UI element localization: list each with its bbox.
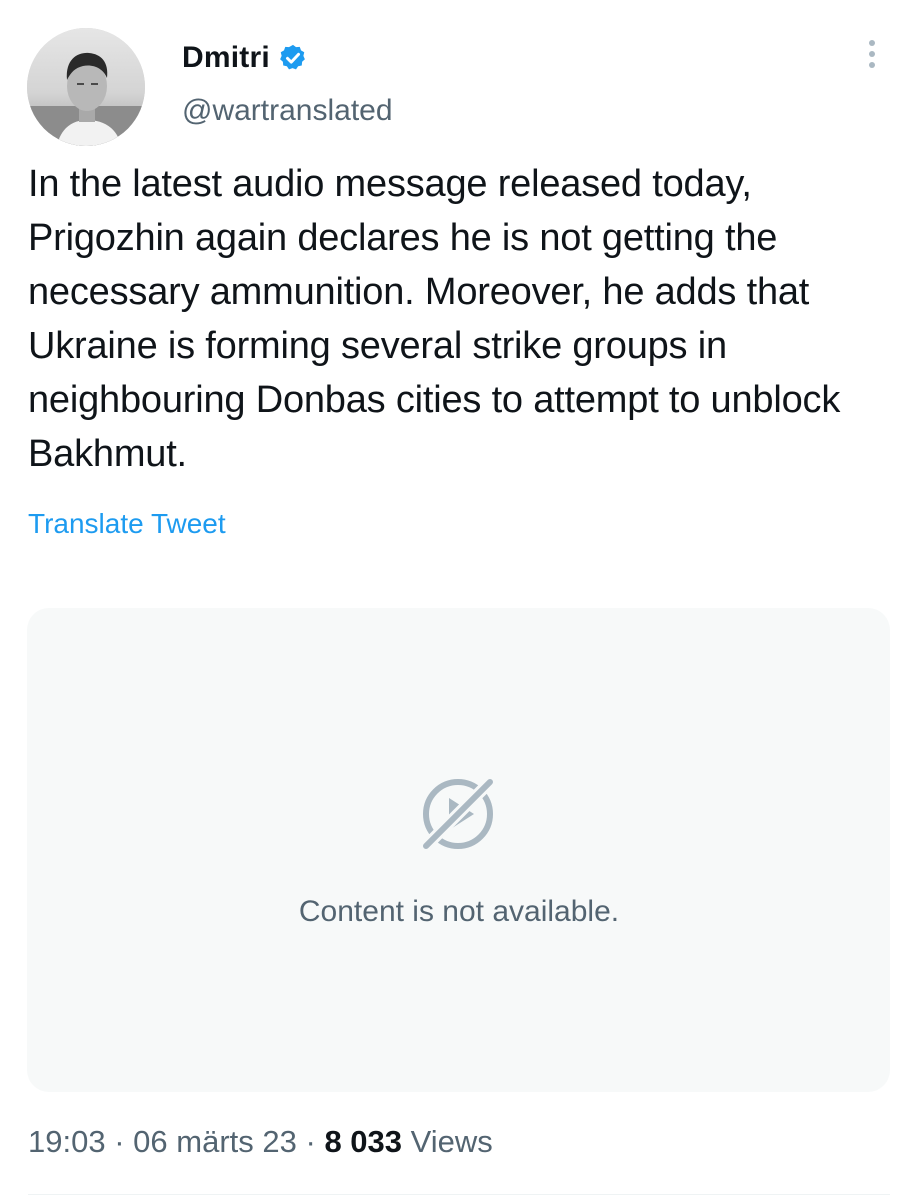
views-count: 8 033 <box>324 1124 403 1159</box>
tweet-text: In the latest audio message released tod… <box>28 163 841 475</box>
avatar-photo <box>27 28 145 146</box>
author-handle[interactable]: @wartranslated <box>182 94 393 128</box>
verified-badge-icon <box>278 43 308 73</box>
avatar[interactable] <box>27 28 145 146</box>
author-name-row[interactable]: Dmitri <box>182 36 308 80</box>
meta-separator: · <box>114 1124 125 1159</box>
video-unavailable-icon <box>412 768 504 860</box>
divider <box>28 1194 890 1195</box>
tweet-time[interactable]: 19:03 <box>28 1124 106 1159</box>
tweet-meta: 19:03 · 06 märts 23 · 8 033 Views <box>28 1124 493 1160</box>
views-label: Views <box>410 1124 493 1159</box>
more-options-icon[interactable] <box>862 40 882 74</box>
tweet-date[interactable]: 06 märts 23 <box>133 1124 297 1159</box>
meta-separator: · <box>305 1124 316 1159</box>
content-unavailable-message: Content is not available. <box>298 895 620 928</box>
translate-tweet-link[interactable]: Translate Tweet <box>28 508 226 540</box>
author-name[interactable]: Dmitri <box>182 41 270 75</box>
